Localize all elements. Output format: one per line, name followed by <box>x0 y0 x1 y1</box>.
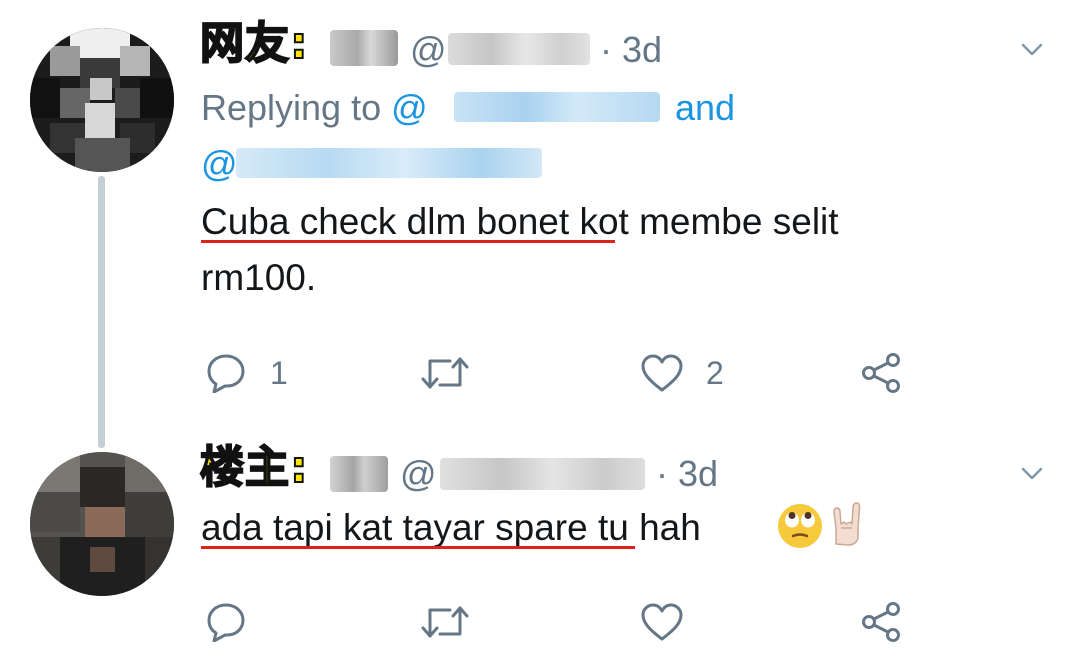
replying-and: and <box>675 87 736 128</box>
pixelated-avatar-image <box>30 28 174 172</box>
replying-to-label: Replying to <box>201 87 382 128</box>
mention-at-2[interactable]: @ <box>201 146 238 182</box>
eyes-rolling-face-icon <box>778 504 822 548</box>
blurred-display-name <box>330 30 398 66</box>
tweet-text-rest: kot membe selit <box>569 201 839 242</box>
handle-at-sign: @ <box>410 29 447 70</box>
rock-on-hand-icon <box>833 502 861 546</box>
share-icon[interactable] <box>860 601 902 643</box>
chevron-down-icon[interactable] <box>1020 462 1044 486</box>
handle-at-sign: @ <box>400 453 437 494</box>
replying-to-line: Replying to @ <box>201 90 428 126</box>
tweet-text-rest: tu hah <box>587 507 701 548</box>
share-icon[interactable] <box>860 352 902 394</box>
tweet-text-underlined: Cuba check dlm bonet <box>201 201 570 242</box>
user-label: 网友: <box>199 18 309 69</box>
blurred-display-name <box>330 456 388 492</box>
retweet-icon[interactable] <box>420 353 470 393</box>
red-underline <box>201 546 635 549</box>
blurred-mention-2[interactable] <box>236 148 542 178</box>
tweet-time[interactable]: · 3d <box>656 456 718 492</box>
avatar[interactable] <box>30 452 174 596</box>
like-icon[interactable] <box>640 602 684 642</box>
blurred-mention-1[interactable] <box>454 92 660 122</box>
mention-at[interactable]: @ <box>391 87 428 128</box>
tweet-text-line2: rm100. <box>201 257 317 298</box>
tweet-text: Cuba check dlm bonet kot membe selit <box>201 203 839 240</box>
tweet-text-underlined: ada tapi kat tayar spare <box>201 507 588 548</box>
tweet-time[interactable]: · 3d <box>600 32 662 68</box>
retweet-icon[interactable] <box>420 602 470 642</box>
like-icon[interactable] <box>640 353 684 393</box>
blurred-handle <box>448 33 590 65</box>
user-label: 楼主: <box>199 442 309 493</box>
avatar[interactable] <box>30 28 174 172</box>
pixelated-avatar-image <box>30 452 174 596</box>
reply-icon[interactable] <box>205 353 247 393</box>
thread-connector-line <box>98 176 105 448</box>
reply-icon[interactable] <box>205 602 247 642</box>
like-count: 2 <box>706 355 724 391</box>
red-underline <box>201 240 615 243</box>
reply-count: 1 <box>270 355 288 391</box>
blurred-handle <box>440 458 645 490</box>
chevron-down-icon[interactable] <box>1020 38 1044 62</box>
tweet-text: ada tapi kat tayar spare tu hah <box>201 509 701 546</box>
